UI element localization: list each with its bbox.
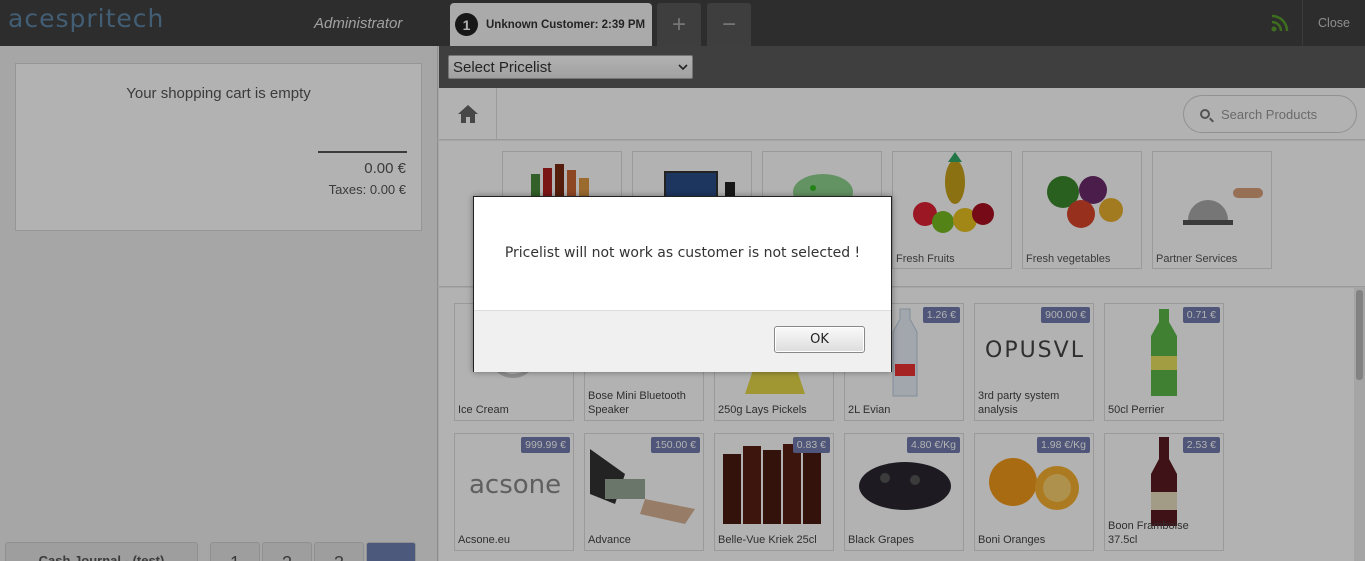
dialog-footer: OK — [474, 310, 891, 372]
alert-dialog: Pricelist will not work as customer is n… — [473, 196, 892, 372]
ok-button[interactable]: OK — [774, 326, 865, 353]
dialog-message: Pricelist will not work as customer is n… — [504, 245, 861, 261]
